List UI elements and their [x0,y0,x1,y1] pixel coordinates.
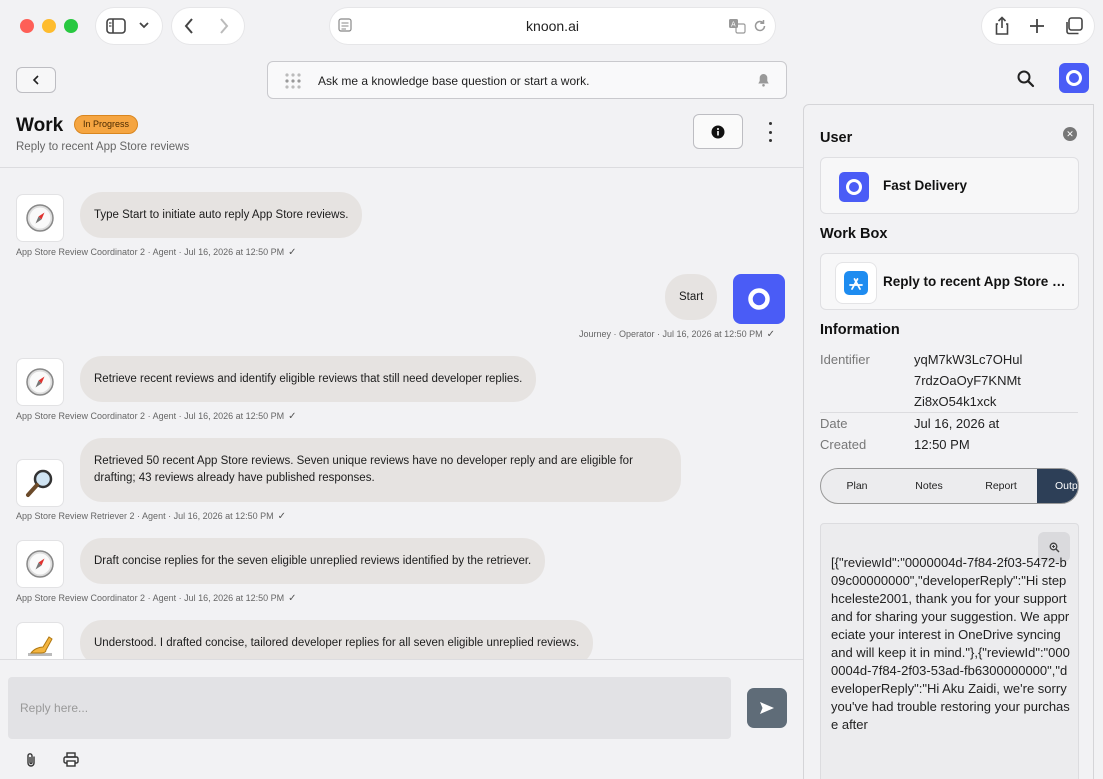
date-created-label: Date [820,416,848,431]
workbox-name: Reply to recent App Store reviews [883,274,1068,289]
search-icon[interactable] [1016,69,1036,94]
user-message-bubble: Start [665,274,718,320]
back-arrow-icon[interactable] [183,17,195,35]
info-button[interactable] [693,114,743,149]
url-text: knoon.ai [526,18,579,34]
forward-arrow-icon[interactable] [218,17,230,35]
details-panel: User ✕ Fast Delivery Work Box Reply to r… [803,104,1094,779]
user-card[interactable]: Fast Delivery [820,157,1079,214]
workbox-card[interactable]: Reply to recent App Store reviews [820,253,1079,310]
back-button[interactable] [16,67,56,93]
paperclip-icon[interactable] [24,752,38,773]
identifier-line: yqM7kW3Lc7OHul [914,352,1023,367]
work-subtitle: Reply to recent App Store reviews [16,141,190,153]
status-badge: In Progress [74,115,139,134]
identifier-line: Zi8xO54k1xck [914,394,997,409]
panel-tabs: Plan Notes Report Outp [820,468,1079,504]
message-meta: App Store Review Retriever 2 · Agent · J… [16,511,287,522]
translate-icon[interactable]: A [728,18,746,34]
check-icon: ✓ [766,329,775,340]
date-created-value: Jul 16, 2026 at [914,416,1000,431]
tab-plan[interactable]: Plan [821,469,893,503]
bell-icon[interactable] [757,73,770,87]
message-bubble: Retrieved 50 recent App Store reviews. S… [80,438,681,502]
compass-icon [16,358,64,406]
user-name: Fast Delivery [883,178,968,193]
sidebar-icon[interactable] [106,17,126,35]
check-icon: ✓ [277,511,287,522]
close-panel-button[interactable]: ✕ [1063,127,1077,141]
new-tab-icon[interactable] [1029,18,1045,34]
message-bubble: Retrieve recent reviews and identify eli… [80,356,537,402]
sidebar-toggle-group [96,8,162,44]
browser-toolbar: knoon.ai A [0,0,1103,52]
tab-notes[interactable]: Notes [893,469,965,503]
ask-input[interactable]: Ask me a knowledge base question or star… [267,61,787,99]
magnifier-icon [16,459,64,507]
svg-text:A: A [731,21,736,29]
chevron-down-icon[interactable] [138,20,150,30]
identifier-line: 7rdzOaOyF7KNMt [914,373,1021,388]
message-meta: App Store Review Coordinator 2 · Agent ·… [16,593,297,604]
message-meta: App Store Review Coordinator 2 · Agent ·… [16,247,297,258]
workbox-section-title: Work Box [820,226,888,242]
printer-icon[interactable] [63,752,79,772]
account-avatar[interactable] [1059,63,1089,93]
identifier-label: Identifier [820,352,870,367]
reply-input[interactable] [8,677,731,739]
chevron-left-icon [32,75,39,85]
message-bubble: Type Start to initiate auto reply App St… [80,192,363,238]
user-section-title: User [820,130,853,146]
send-button[interactable] [747,688,787,728]
message-meta: Journey · Operator · Jul 16, 2026 at 12:… [579,329,775,340]
user-avatar [733,274,785,324]
check-icon: ✓ [288,593,297,604]
more-options-button[interactable] [762,122,778,142]
page-title: Work [16,115,64,136]
info-icon [711,125,725,138]
zoom-window-button[interactable] [64,19,78,33]
tab-overview-icon[interactable] [1064,17,1083,35]
check-icon: ✓ [288,247,297,258]
output-viewer[interactable]: [{"reviewId":"0000004d-7f84-2f03-5472-b0… [820,523,1079,779]
header-divider [0,167,803,168]
send-icon [760,702,774,714]
close-icon: ✕ [1066,128,1074,139]
reload-icon[interactable] [753,19,767,33]
ring-logo-icon [839,172,869,202]
message-bubble: Draft concise replies for the seven elig… [80,538,546,584]
ring-logo-icon [748,288,770,310]
dots-grid-icon [284,72,302,90]
compass-icon [16,194,64,242]
close-window-button[interactable] [20,19,34,33]
browser-actions [982,8,1094,44]
tab-report[interactable]: Report [965,469,1037,503]
address-bar[interactable]: knoon.ai A [330,8,775,44]
ring-logo-icon [1066,70,1082,86]
date-created-label: Created [820,437,867,452]
share-icon[interactable] [993,16,1011,36]
zoom-icon [1049,542,1059,552]
ask-input-placeholder: Ask me a knowledge base question or star… [318,74,590,88]
tab-output[interactable]: Outp [1037,469,1078,503]
message-meta: App Store Review Coordinator 2 · Agent ·… [16,411,297,422]
app-store-icon [835,262,877,304]
check-icon: ✓ [288,411,297,422]
history-nav [172,8,244,44]
date-created-value: 12:50 PM [914,437,970,452]
minimize-window-button[interactable] [42,19,56,33]
compass-icon [16,540,64,588]
output-json-text: [{"reviewId":"0000004d-7f84-2f03-5472-b0… [831,555,1070,732]
information-section-title: Information [820,322,900,338]
